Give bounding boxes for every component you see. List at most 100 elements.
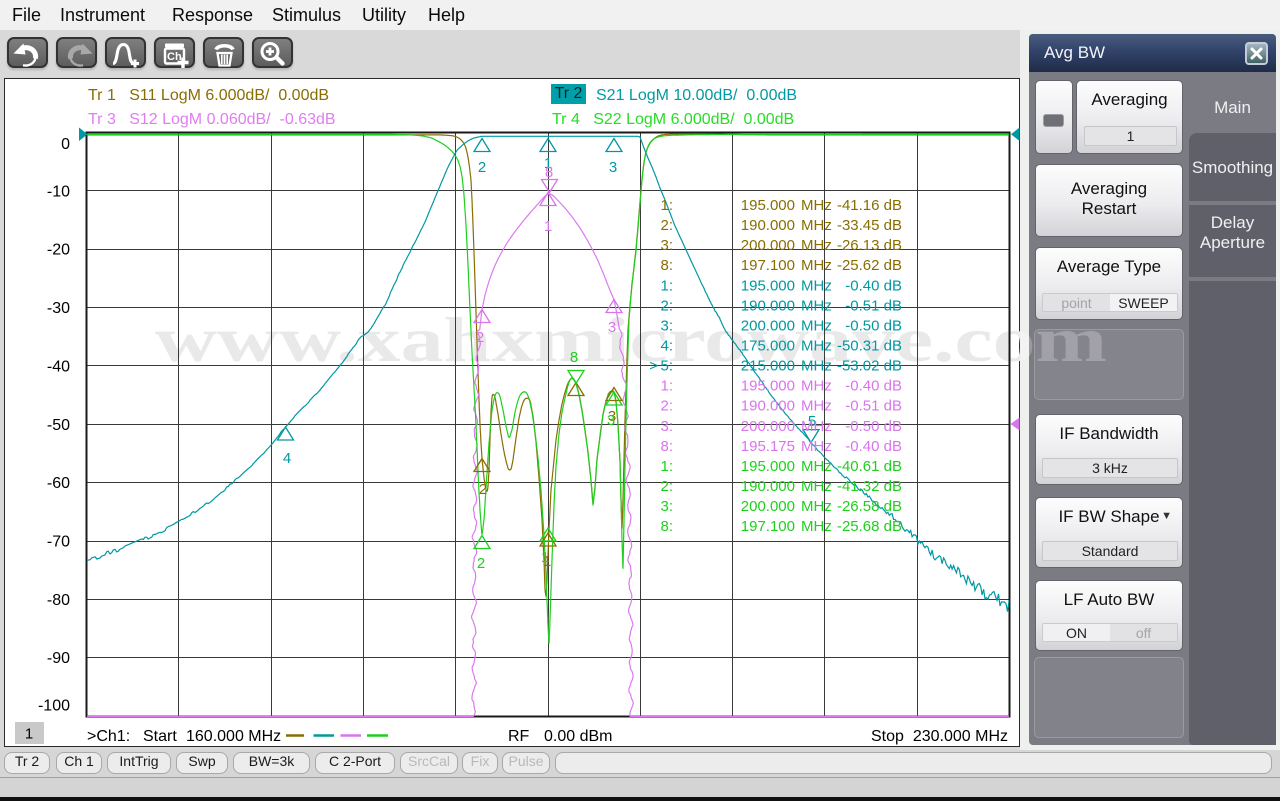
svg-text:-26.13 dB: -26.13 dB [837, 237, 902, 254]
svg-text:-0.51 dB: -0.51 dB [845, 398, 902, 415]
svg-text:1: 1 [25, 726, 33, 743]
svg-text:-25.62 dB: -25.62 dB [837, 257, 902, 274]
svg-text:1: 1 [544, 218, 552, 235]
svg-text:3: 3 [608, 319, 616, 336]
svg-text:-41.16 dB: -41.16 dB [837, 197, 902, 214]
svg-text:Stop: Stop [871, 728, 904, 745]
svg-text:195.175: 195.175 [741, 438, 795, 455]
svg-text:Start: Start [143, 728, 177, 745]
svg-text:1: 1 [541, 549, 549, 566]
svg-text:195.000: 195.000 [741, 277, 795, 294]
svg-text:MHz: MHz [801, 358, 832, 375]
svg-text:2:: 2: [660, 398, 673, 415]
svg-text:-26.58 dB: -26.58 dB [837, 498, 902, 515]
svg-text:4: 4 [283, 450, 291, 467]
svg-text:195.000: 195.000 [741, 197, 795, 214]
svg-text:8:: 8: [660, 438, 673, 455]
svg-text:200.000: 200.000 [741, 498, 795, 515]
svg-text:MHz: MHz [801, 197, 832, 214]
svg-text:175.000: 175.000 [741, 338, 795, 355]
svg-text:0: 0 [61, 136, 70, 153]
svg-text:>: > [649, 358, 658, 375]
svg-text:1:: 1: [660, 378, 673, 395]
svg-text:MHz: MHz [801, 277, 832, 294]
svg-text:RF: RF [508, 728, 530, 745]
svg-text:5:: 5: [660, 358, 673, 375]
svg-text:2:: 2: [660, 217, 673, 234]
svg-text:8: 8 [570, 349, 578, 366]
svg-text:3:: 3: [660, 237, 673, 254]
svg-text:8:: 8: [660, 257, 673, 274]
svg-text:-0.40 dB: -0.40 dB [845, 378, 902, 395]
svg-text:MHz: MHz [801, 458, 832, 475]
svg-text:2: 2 [478, 159, 486, 176]
svg-text:3:: 3: [660, 498, 673, 515]
svg-text:MHz: MHz [801, 217, 832, 234]
svg-text:-25.68 dB: -25.68 dB [837, 518, 902, 535]
svg-text:3:: 3: [660, 317, 673, 334]
svg-text:MHz: MHz [801, 237, 832, 254]
svg-text:3: 3 [607, 412, 615, 429]
svg-text:160.000 MHz: 160.000 MHz [186, 728, 281, 745]
svg-text:-30: -30 [47, 300, 70, 317]
svg-text:MHz: MHz [801, 338, 832, 355]
svg-text:195.000: 195.000 [741, 378, 795, 395]
svg-text:3: 3 [609, 159, 617, 176]
svg-text:-100: -100 [38, 698, 70, 715]
svg-text:4:: 4: [660, 338, 673, 355]
svg-text:200.000: 200.000 [741, 418, 795, 435]
svg-text:-20: -20 [47, 242, 70, 259]
svg-text:197.100: 197.100 [741, 518, 795, 535]
svg-text:-40: -40 [47, 358, 70, 375]
svg-text:-0.50 dB: -0.50 dB [845, 317, 902, 334]
svg-text:230.000 MHz: 230.000 MHz [913, 728, 1008, 745]
svg-text:MHz: MHz [801, 297, 832, 314]
svg-text:190.000: 190.000 [741, 398, 795, 415]
svg-text:-90: -90 [47, 650, 70, 667]
svg-text:1:: 1: [660, 197, 673, 214]
svg-text:>Ch1:: >Ch1: [87, 728, 130, 745]
svg-text:-70: -70 [47, 534, 70, 551]
svg-text:-0.40 dB: -0.40 dB [845, 438, 902, 455]
svg-text:MHz: MHz [801, 438, 832, 455]
svg-text:MHz: MHz [801, 317, 832, 334]
svg-text:-50: -50 [47, 417, 70, 434]
svg-text:8:: 8: [660, 518, 673, 535]
svg-text:8: 8 [545, 164, 553, 181]
svg-text:2: 2 [476, 329, 484, 346]
svg-text:MHz: MHz [801, 378, 832, 395]
svg-text:www.xahxmicrowave.com: www.xahxmicrowave.com [155, 304, 1107, 375]
svg-text:190.000: 190.000 [741, 217, 795, 234]
svg-text:-80: -80 [47, 592, 70, 609]
svg-text:MHz: MHz [801, 257, 832, 274]
svg-text:200.000: 200.000 [741, 237, 795, 254]
svg-text:www.xahxmicrowave.com: www.xahxmicrowave.com [1021, 320, 1107, 375]
svg-text:MHz: MHz [801, 498, 832, 515]
svg-text:-33.45 dB: -33.45 dB [837, 217, 902, 234]
svg-text:195.000: 195.000 [741, 458, 795, 475]
svg-text:2: 2 [477, 555, 485, 572]
svg-text:-41.32 dB: -41.32 dB [837, 478, 902, 495]
svg-text:-0.50 dB: -0.50 dB [845, 418, 902, 435]
svg-text:2:: 2: [660, 297, 673, 314]
svg-text:2: 2 [479, 481, 487, 498]
svg-text:-0.40 dB: -0.40 dB [845, 277, 902, 294]
svg-text:MHz: MHz [801, 478, 832, 495]
svg-text:1:: 1: [660, 277, 673, 294]
svg-text:1:: 1: [660, 458, 673, 475]
svg-text:215.000: 215.000 [741, 358, 795, 375]
svg-text:-40.61 dB: -40.61 dB [837, 458, 902, 475]
svg-text:200.000: 200.000 [741, 317, 795, 334]
svg-text:190.000: 190.000 [741, 478, 795, 495]
svg-text:MHz: MHz [801, 398, 832, 415]
svg-text:-60: -60 [47, 475, 70, 492]
svg-text:MHz: MHz [801, 418, 832, 435]
svg-text:3:: 3: [660, 418, 673, 435]
svg-text:2:: 2: [660, 478, 673, 495]
svg-text:197.100: 197.100 [741, 257, 795, 274]
svg-text:-10: -10 [47, 183, 70, 200]
svg-text:190.000: 190.000 [741, 297, 795, 314]
svg-text:-50.31 dB: -50.31 dB [837, 338, 902, 355]
svg-text:0.00 dBm: 0.00 dBm [544, 728, 612, 745]
svg-text:-53.02 dB: -53.02 dB [837, 358, 902, 375]
